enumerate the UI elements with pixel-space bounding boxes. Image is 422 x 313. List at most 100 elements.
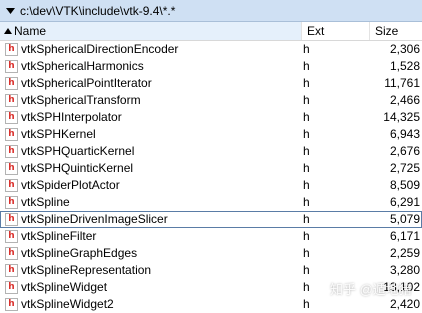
header-file-icon: h bbox=[5, 247, 18, 260]
header-file-icon: h bbox=[5, 162, 18, 175]
column-header-ext-label: Ext bbox=[307, 24, 325, 38]
header-file-icon-letter: h bbox=[8, 248, 15, 258]
path-text: c:\dev\VTK\include\vtk-9.4\*.* bbox=[20, 3, 176, 18]
column-header-size-label: Size bbox=[375, 24, 399, 38]
file-ext: h bbox=[303, 76, 310, 90]
file-name: vtkSplineDrivenImageSlicer bbox=[21, 212, 168, 226]
header-file-icon-letter: h bbox=[8, 78, 15, 88]
file-size: 14,325 bbox=[383, 110, 420, 124]
header-file-icon-letter: h bbox=[8, 265, 15, 275]
header-file-icon: h bbox=[5, 264, 18, 277]
header-file-icon-letter: h bbox=[8, 129, 15, 139]
file-ext: h bbox=[303, 144, 310, 158]
file-size: 5,079 bbox=[389, 212, 420, 226]
column-header-size[interactable]: Size bbox=[370, 22, 422, 40]
file-size: 2,420 bbox=[389, 297, 420, 311]
file-row[interactable]: h vtkSPHQuinticKernel h 2,725 bbox=[0, 160, 422, 177]
column-header-name[interactable]: Name bbox=[0, 22, 302, 40]
watermark: 知乎 @遁地猪 bbox=[330, 279, 412, 298]
header-file-icon: h bbox=[5, 230, 18, 243]
file-ext: h bbox=[303, 195, 310, 209]
file-name: vtkSPHQuinticKernel bbox=[21, 161, 134, 175]
file-row[interactable]: h vtkSplineGraphEdges h 2,259 bbox=[0, 245, 422, 262]
header-file-icon-letter: h bbox=[8, 112, 15, 122]
file-ext: h bbox=[303, 42, 310, 56]
file-row[interactable]: h vtkSPHInterpolator h 14,325 bbox=[0, 109, 422, 126]
header-file-icon-letter: h bbox=[8, 180, 15, 190]
header-file-icon-letter: h bbox=[8, 231, 15, 241]
file-row[interactable]: h vtkSplineDrivenImageSlicer h 5,079 bbox=[0, 211, 422, 228]
file-name: vtkSPHKernel bbox=[21, 127, 96, 141]
file-row[interactable]: h vtkSphericalDirectionEncoder h 2,306 bbox=[0, 41, 422, 58]
header-file-icon-letter: h bbox=[8, 214, 15, 224]
file-size: 3,280 bbox=[389, 263, 420, 277]
sort-ascending-icon bbox=[4, 27, 12, 35]
file-name: vtkSPHInterpolator bbox=[21, 110, 122, 124]
file-row[interactable]: h vtkSphericalTransform h 2,466 bbox=[0, 92, 422, 109]
file-name: vtkSpiderPlotActor bbox=[21, 178, 120, 192]
file-row[interactable]: h vtkSPHKernel h 6,943 bbox=[0, 126, 422, 143]
watermark-text: 知乎 @遁地猪 bbox=[330, 282, 412, 297]
file-ext: h bbox=[303, 161, 310, 175]
header-file-icon-letter: h bbox=[8, 282, 15, 292]
dropdown-arrow-icon[interactable] bbox=[5, 6, 15, 16]
file-ext: h bbox=[303, 263, 310, 277]
header-file-icon-letter: h bbox=[8, 163, 15, 173]
file-size: 6,171 bbox=[389, 229, 420, 243]
file-ext: h bbox=[303, 229, 310, 243]
file-name: vtkSPHQuarticKernel bbox=[21, 144, 135, 158]
file-row[interactable]: h vtkSphericalPointIterator h 11,761 bbox=[0, 75, 422, 92]
header-file-icon: h bbox=[5, 145, 18, 158]
header-file-icon-letter: h bbox=[8, 95, 15, 105]
file-row[interactable]: h vtkSpiderPlotActor h 8,509 bbox=[0, 177, 422, 194]
file-name: vtkSphericalPointIterator bbox=[21, 76, 152, 90]
file-size: 2,466 bbox=[389, 93, 420, 107]
header-file-icon-letter: h bbox=[8, 44, 15, 54]
file-size: 2,306 bbox=[389, 42, 420, 56]
file-name: vtkSphericalHarmonics bbox=[21, 59, 144, 73]
header-file-icon: h bbox=[5, 281, 18, 294]
file-row[interactable]: h vtkSplineFilter h 6,171 bbox=[0, 228, 422, 245]
file-ext: h bbox=[303, 110, 310, 124]
file-row[interactable]: h vtkSphericalHarmonics h 1,528 bbox=[0, 58, 422, 75]
file-name: vtkSplineRepresentation bbox=[21, 263, 152, 277]
header-file-icon: h bbox=[5, 213, 18, 226]
file-row[interactable]: h vtkSplineRepresentation h 3,280 bbox=[0, 262, 422, 279]
file-list: h vtkSphericalDirectionEncoder h 2,306 h vtkS… bbox=[0, 41, 422, 313]
file-name: vtkSpline bbox=[21, 195, 70, 209]
header-file-icon: h bbox=[5, 60, 18, 73]
path-bar[interactable]: c:\dev\VTK\include\vtk-9.4\*.* bbox=[0, 0, 422, 22]
file-ext: h bbox=[303, 127, 310, 141]
header-file-icon: h bbox=[5, 43, 18, 56]
file-name: vtkSplineWidget bbox=[21, 280, 108, 294]
file-size: 2,259 bbox=[389, 246, 420, 260]
file-size: 2,676 bbox=[389, 144, 420, 158]
file-size: 1,528 bbox=[389, 59, 420, 73]
file-name: vtkSplineFilter bbox=[21, 229, 97, 243]
header-file-icon-letter: h bbox=[8, 61, 15, 71]
header-file-icon-letter: h bbox=[8, 299, 15, 309]
header-file-icon-letter: h bbox=[8, 197, 15, 207]
file-size: 2,725 bbox=[389, 161, 420, 175]
file-row[interactable]: h vtkSplineWidget2 h 2,420 bbox=[0, 296, 422, 313]
file-name: vtkSphericalTransform bbox=[21, 93, 141, 107]
column-header-row: Name Ext Size bbox=[0, 22, 422, 41]
file-size: 8,509 bbox=[389, 178, 420, 192]
header-file-icon: h bbox=[5, 94, 18, 107]
column-header-name-label: Name bbox=[14, 24, 47, 38]
header-file-icon: h bbox=[5, 77, 18, 90]
file-size: 6,943 bbox=[389, 127, 420, 141]
file-ext: h bbox=[303, 212, 310, 226]
header-file-icon: h bbox=[5, 111, 18, 124]
header-file-icon: h bbox=[5, 128, 18, 141]
file-row[interactable]: h vtkSpline h 6,291 bbox=[0, 194, 422, 211]
file-name: vtkSphericalDirectionEncoder bbox=[21, 42, 179, 56]
file-ext: h bbox=[303, 297, 310, 311]
file-ext: h bbox=[303, 59, 310, 73]
file-size: 6,291 bbox=[389, 195, 420, 209]
file-row[interactable]: h vtkSPHQuarticKernel h 2,676 bbox=[0, 143, 422, 160]
file-name: vtkSplineGraphEdges bbox=[21, 246, 138, 260]
header-file-icon: h bbox=[5, 298, 18, 311]
column-header-ext[interactable]: Ext bbox=[302, 22, 370, 40]
header-file-icon-letter: h bbox=[8, 146, 15, 156]
